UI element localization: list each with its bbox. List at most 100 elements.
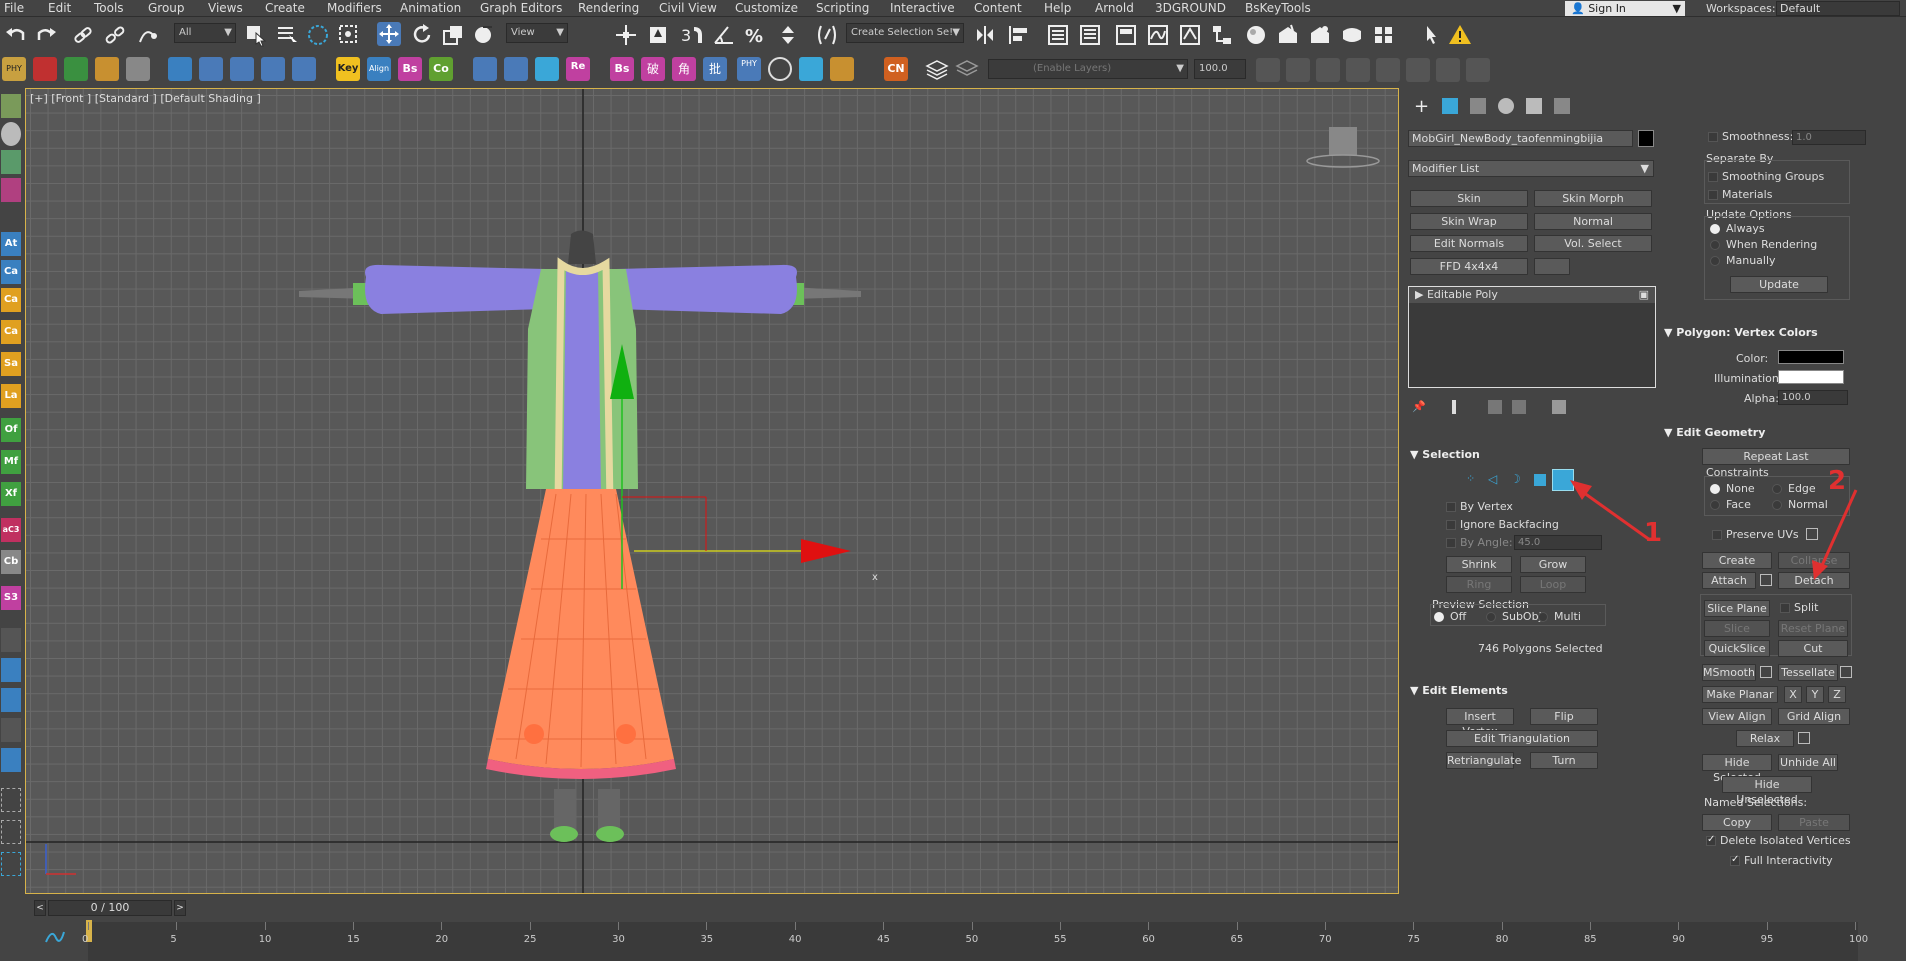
left-tool-ca-2[interactable]: Ca: [1, 288, 21, 312]
alpha-spinner[interactable]: 100.0: [1778, 390, 1848, 405]
multi-layer-icon[interactable]: [1, 748, 21, 772]
motion-tab-icon[interactable]: [1498, 98, 1514, 114]
character-tool-icon[interactable]: [33, 57, 57, 81]
left-tool-ac3[interactable]: aC3: [1, 518, 21, 542]
paste-button[interactable]: Paste: [1778, 814, 1850, 831]
edit-geometry-rollout-title[interactable]: ▼ Edit Geometry: [1664, 426, 1765, 439]
split-checkbox[interactable]: [1780, 603, 1790, 613]
cylinder-icon[interactable]: [1, 150, 21, 174]
menu-interactive[interactable]: Interactive: [886, 0, 959, 16]
make-unique-icon[interactable]: [1488, 400, 1502, 414]
configure-modifier-sets-icon[interactable]: [1552, 400, 1566, 414]
empty-modifier-button[interactable]: [1534, 258, 1570, 275]
utilities-tab-icon[interactable]: [1554, 98, 1570, 114]
layer-stack-icon[interactable]: [955, 58, 979, 82]
sphere-tool-icon[interactable]: [504, 57, 528, 81]
character-model[interactable]: [299, 230, 861, 843]
skin-morph-modifier-button[interactable]: Skin Morph: [1534, 190, 1652, 207]
menu-modifiers[interactable]: Modifiers: [323, 0, 386, 16]
relax-settings-icon[interactable]: [1798, 732, 1810, 744]
book-tool-icon[interactable]: [64, 57, 88, 81]
preview-multi-radio[interactable]: [1538, 612, 1548, 622]
schematic-view-icon[interactable]: [1210, 23, 1234, 47]
rendered-frame-window-icon[interactable]: [1308, 23, 1332, 47]
edit-triangulation-button[interactable]: Edit Triangulation: [1446, 730, 1598, 747]
slice-button[interactable]: Slice: [1704, 620, 1770, 637]
unlink-icon[interactable]: [104, 24, 126, 46]
remove-modifier-icon[interactable]: [1512, 400, 1526, 414]
ik-solver-icon[interactable]: [230, 57, 254, 81]
stack-icon[interactable]: [1, 688, 21, 712]
create-tab-icon[interactable]: +: [1414, 96, 1429, 117]
delete-isolated-vertices-checkbox[interactable]: [1706, 834, 1716, 846]
layer-manager-icon[interactable]: [925, 58, 949, 82]
region-select-icon[interactable]: [1, 788, 21, 812]
menu-create[interactable]: Create: [261, 0, 309, 16]
full-interactivity-checkbox[interactable]: [1730, 854, 1740, 866]
figure-tool-icon[interactable]: [168, 57, 192, 81]
key-tool-button[interactable]: Key: [336, 57, 360, 81]
view-cube[interactable]: [1306, 127, 1380, 168]
mouse-pointer-icon[interactable]: [1418, 23, 1442, 47]
selection-rollout-title[interactable]: ▼ Selection: [1410, 448, 1480, 461]
scene-explorer-icon[interactable]: [1046, 23, 1070, 47]
pin-tool-icon[interactable]: [535, 57, 559, 81]
pivot-icon[interactable]: [614, 23, 638, 47]
sphere-icon[interactable]: [1, 122, 21, 146]
layer-merge-icon[interactable]: [1376, 58, 1400, 82]
bone-tool-icon[interactable]: [199, 57, 223, 81]
angle-tool-button[interactable]: 角: [672, 57, 696, 81]
reset-plane-button[interactable]: Reset Plane: [1778, 620, 1848, 637]
layer-settings-icon[interactable]: [1466, 58, 1490, 82]
curve-editor-icon[interactable]: [1146, 23, 1170, 47]
hide-selected-button[interactable]: Hide Selected: [1702, 754, 1772, 784]
tessellate-settings-icon[interactable]: [1840, 666, 1852, 678]
menu-civil-view[interactable]: Civil View: [655, 0, 721, 16]
layers-icon[interactable]: [1, 628, 21, 652]
front-viewport[interactable]: [+] [Front ] [Standard ] [Default Shadin…: [25, 88, 1399, 894]
smoothness-spinner[interactable]: 1.0: [1792, 130, 1866, 145]
update-button[interactable]: Update: [1730, 276, 1828, 293]
left-tool-of[interactable]: Of: [1, 418, 21, 442]
pin-stack-icon[interactable]: 📌: [1412, 400, 1426, 414]
update-always-radio[interactable]: [1710, 224, 1720, 234]
paint-select-icon[interactable]: [1, 852, 21, 876]
attach-button[interactable]: Attach: [1702, 572, 1756, 589]
left-tool-mf[interactable]: Mf: [1, 450, 21, 474]
layers-tool-icon[interactable]: [126, 57, 150, 81]
left-tool-at[interactable]: At: [1, 232, 21, 256]
vertex-color-swatch[interactable]: [1778, 350, 1844, 364]
menu-content[interactable]: Content: [970, 0, 1026, 16]
normal-modifier-button[interactable]: Normal: [1534, 213, 1652, 230]
object-name-field[interactable]: MobGirl_NewBody_taofenmingbijia: [1408, 130, 1633, 147]
phy-skin-button[interactable]: PHY: [737, 57, 761, 81]
menu-views[interactable]: Views: [204, 0, 247, 16]
ffd-modifier-button[interactable]: FFD 4x4x4: [1410, 258, 1528, 275]
menu-animation[interactable]: Animation: [396, 0, 465, 16]
create-button[interactable]: Create: [1702, 552, 1772, 569]
layer-select-icon[interactable]: [1436, 58, 1460, 82]
menu-rendering[interactable]: Rendering: [574, 0, 643, 16]
menu-bskeytools[interactable]: BsKeyTools: [1241, 0, 1315, 16]
msmooth-button[interactable]: MSmooth: [1702, 664, 1756, 681]
by-vertex-checkbox[interactable]: [1446, 502, 1456, 512]
materials-checkbox[interactable]: [1708, 190, 1718, 200]
update-manually-radio[interactable]: [1710, 256, 1720, 266]
smoothing-groups-checkbox[interactable]: [1708, 172, 1718, 182]
select-tool-icon[interactable]: [1, 718, 21, 742]
make-planar-button[interactable]: Make Planar: [1702, 686, 1778, 703]
rename-tool-button[interactable]: Re: [566, 57, 590, 81]
constraint-face-radio[interactable]: [1710, 500, 1720, 510]
snaps-toggle-icon[interactable]: 3: [680, 23, 708, 47]
menu-graph-editors[interactable]: Graph Editors: [476, 0, 566, 16]
rotate-icon[interactable]: [410, 23, 434, 47]
by-angle-checkbox[interactable]: [1446, 538, 1456, 548]
select-object-icon[interactable]: [244, 23, 268, 47]
move-gizmo[interactable]: [610, 344, 851, 589]
view-align-button[interactable]: View Align: [1702, 708, 1772, 725]
render-production-icon[interactable]: [1340, 23, 1364, 47]
menu-customize[interactable]: Customize: [731, 0, 802, 16]
vol-select-modifier-button[interactable]: Vol. Select: [1534, 235, 1652, 252]
layer-paste-icon[interactable]: [1346, 58, 1370, 82]
edit-normals-modifier-button[interactable]: Edit Normals: [1410, 235, 1528, 252]
